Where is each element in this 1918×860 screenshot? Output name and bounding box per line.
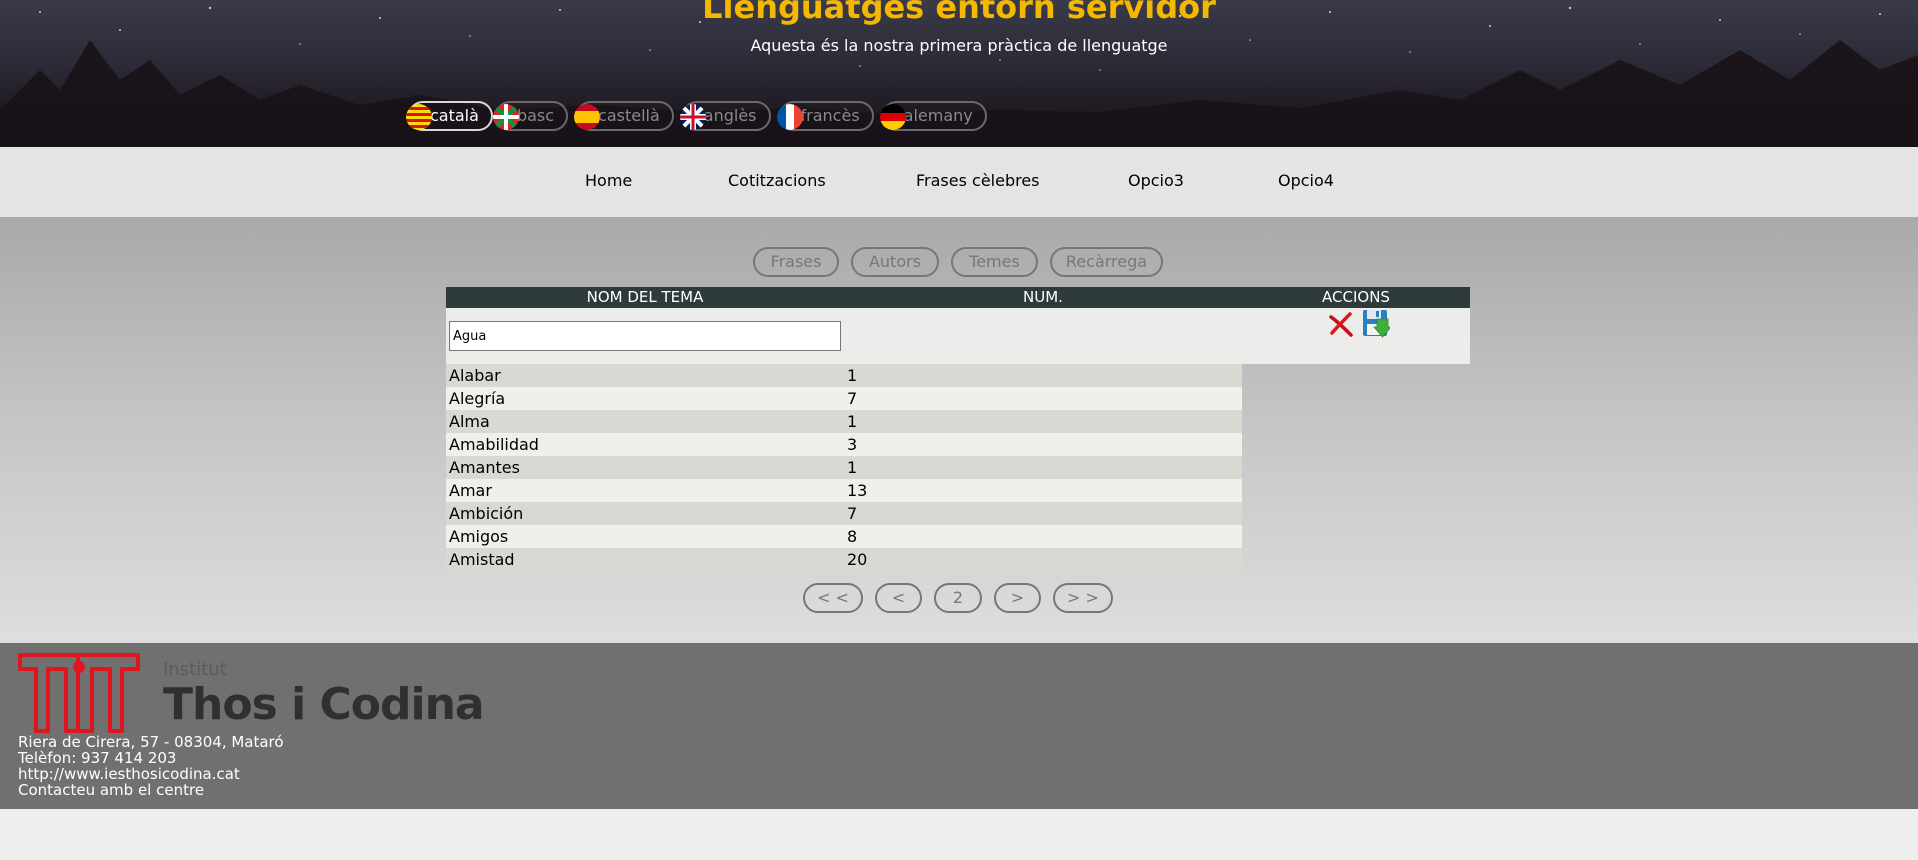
german-flag-icon xyxy=(879,104,906,130)
tab-autors[interactable]: Autors xyxy=(851,247,939,277)
topic-count: 20 xyxy=(847,550,868,569)
pagination-next-button[interactable]: > xyxy=(994,583,1041,613)
pagination-current-page[interactable]: 2 xyxy=(934,583,982,613)
logo-school-name: Thos i Codina xyxy=(163,679,485,730)
column-header-nom: NOM DEL TEMA xyxy=(586,288,704,306)
topic-name: Amigos xyxy=(449,527,509,546)
nav-item-opcio3[interactable]: Opcio3 xyxy=(1128,171,1184,190)
pagination-prev-button[interactable]: < xyxy=(875,583,922,613)
tab-recarrega[interactable]: Recàrrega xyxy=(1050,247,1163,277)
topic-name: Ambición xyxy=(449,504,524,523)
table-row[interactable]: Amantes 1 xyxy=(446,456,1242,479)
topic-count: 13 xyxy=(847,481,868,500)
lang-button-alemany[interactable]: alemany xyxy=(879,101,987,131)
topic-name: Amabilidad xyxy=(449,435,539,454)
table-row[interactable]: Amistad 20 xyxy=(446,548,1242,571)
delete-x-icon[interactable] xyxy=(1328,311,1354,337)
table-row[interactable]: Alegría 7 xyxy=(446,387,1242,410)
topic-name: Amistad xyxy=(449,550,515,569)
lang-label: castellà xyxy=(598,106,660,125)
topic-name-input[interactable] xyxy=(449,321,841,351)
lang-label: anglès xyxy=(703,106,757,125)
table-row[interactable]: Alma 1 xyxy=(446,410,1242,433)
table-row[interactable]: Ambición 7 xyxy=(446,502,1242,525)
lang-label: alemany xyxy=(903,106,973,125)
lang-label: basc xyxy=(516,106,555,125)
nav-item-opcio4[interactable]: Opcio4 xyxy=(1278,171,1334,190)
basque-flag-icon xyxy=(492,104,519,130)
main-nav: Home Cotitzacions Frases cèlebres Opcio3… xyxy=(0,147,1918,217)
tab-temes[interactable]: Temes xyxy=(951,247,1038,277)
table-row[interactable]: Alabar 1 xyxy=(446,364,1242,387)
table-row[interactable]: Amabilidad 3 xyxy=(446,433,1242,456)
nav-item-frases-celebres[interactable]: Frases cèlebres xyxy=(916,171,1040,190)
school-logo-icon xyxy=(18,653,140,733)
tab-frases[interactable]: Frases xyxy=(753,247,839,277)
french-flag-icon xyxy=(776,104,803,130)
catalan-flag-icon xyxy=(406,104,432,130)
lang-button-catala[interactable]: català xyxy=(406,101,493,131)
logo-institut-text: Institut xyxy=(163,659,227,680)
site-footer: Institut Thos i Codina Riera de Cirera, … xyxy=(0,643,1918,809)
lang-label: català xyxy=(430,106,479,125)
topic-count: 1 xyxy=(847,458,858,477)
topic-name: Amantes xyxy=(449,458,520,477)
lang-button-basc[interactable]: basc xyxy=(492,101,569,131)
footer-contact-link[interactable]: Contacteu amb el centre xyxy=(18,781,204,799)
pagination-last-button[interactable]: > > xyxy=(1053,583,1113,613)
lang-button-castella[interactable]: castellà xyxy=(574,101,674,131)
pagination-first-button[interactable]: < < xyxy=(803,583,863,613)
site-header: Llenguatges entorn servidor Aquesta és l… xyxy=(0,0,1918,147)
column-header-accions: ACCIONS xyxy=(1322,288,1390,306)
main-content: Frases Autors Temes Recàrrega NOM DEL TE… xyxy=(0,217,1918,643)
table-header: NOM DEL TEMA NUM. ACCIONS xyxy=(446,287,1470,308)
topic-count: 7 xyxy=(847,504,858,523)
topic-count: 1 xyxy=(847,366,858,385)
site-title: Llenguatges entorn servidor xyxy=(702,0,1216,26)
lang-button-frances[interactable]: francès xyxy=(776,101,874,131)
table-row[interactable]: Amigos 8 xyxy=(446,525,1242,548)
lang-button-angles[interactable]: anglès xyxy=(679,101,771,131)
topic-count: 3 xyxy=(847,435,858,454)
topic-name: Alma xyxy=(449,412,490,431)
topic-name: Alabar xyxy=(449,366,501,385)
topics-table-body: Alabar 1 Alegría 7 Alma 1 Amabilidad 3 Amant… xyxy=(446,364,1242,571)
topic-name: Amar xyxy=(449,481,492,500)
nav-item-cotitzacions[interactable]: Cotitzacions xyxy=(728,171,826,190)
column-header-num: NUM. xyxy=(1023,288,1063,306)
topic-name: Alegría xyxy=(449,389,506,408)
topic-count: 7 xyxy=(847,389,858,408)
save-floppy-icon[interactable] xyxy=(1362,309,1390,339)
topic-count: 1 xyxy=(847,412,858,431)
lang-label: francès xyxy=(800,106,860,125)
site-subtitle: Aquesta és la nostra primera pràctica de… xyxy=(750,36,1168,55)
edit-row xyxy=(446,308,1470,364)
topic-count: 8 xyxy=(847,527,858,546)
spanish-flag-icon xyxy=(574,104,601,130)
language-selector: català basc castellà anglès francès alem… xyxy=(406,101,995,131)
table-row[interactable]: Amar 13 xyxy=(446,479,1242,502)
nav-item-home[interactable]: Home xyxy=(585,171,632,190)
uk-flag-icon xyxy=(679,104,706,130)
